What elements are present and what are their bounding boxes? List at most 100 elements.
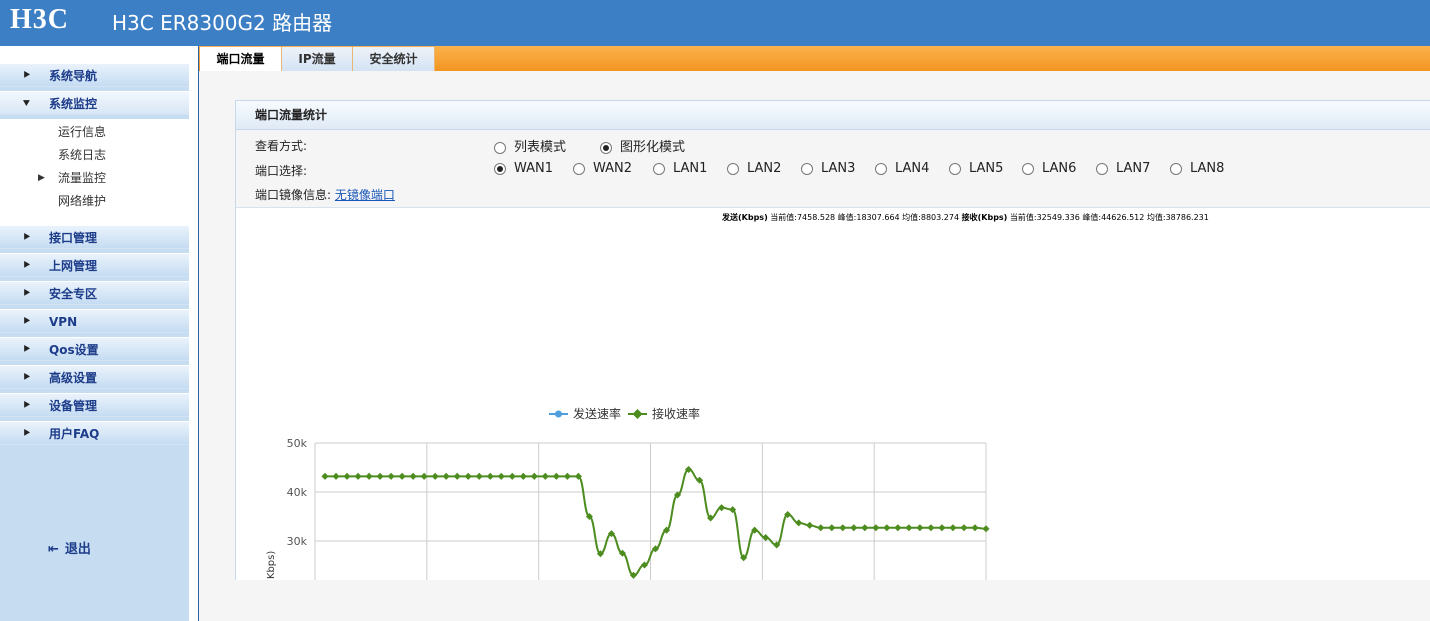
recv-point	[475, 472, 483, 480]
traffic-line-chart: 50k 40k 30k (Kbps) 发送速率 接收速率	[266, 406, 990, 580]
legend-send-label: 发送速率	[573, 406, 621, 421]
radio-port-wan1[interactable]: WAN1	[494, 161, 553, 176]
legend-recv-label: 接收速率	[652, 406, 700, 421]
sidebar-item-advanced[interactable]: ⯈ 高级设置	[0, 365, 189, 389]
recv-point	[464, 472, 472, 480]
port-label: WAN2	[593, 161, 633, 176]
recv-point	[971, 524, 979, 532]
recv-point	[453, 472, 461, 480]
recv-point	[850, 524, 858, 532]
recv-point	[905, 524, 913, 532]
sidebar-item-device[interactable]: ⯈ 设备管理	[0, 393, 189, 417]
sidebar-item-system-nav[interactable]: ⯈ 系统导航	[0, 63, 189, 87]
submenu-item-net-maint[interactable]: 网络维护	[0, 190, 189, 213]
recv-point	[883, 524, 891, 532]
radio-icon	[875, 162, 887, 175]
radio-port-lan3[interactable]: LAN3	[801, 161, 855, 176]
radio-icon	[801, 162, 813, 175]
recv-point	[938, 524, 946, 532]
collapsed-arrow-icon: ⯈	[22, 259, 31, 272]
view-mode-label: 查看方式:	[255, 139, 308, 153]
radio-icon	[573, 162, 585, 175]
mirror-info-row: 端口镜像信息: 无镜像端口	[255, 186, 395, 203]
submenu-item-system-log[interactable]: 系统日志	[0, 144, 189, 167]
recv-point	[718, 504, 726, 512]
port-label: LAN8	[1190, 161, 1225, 176]
recv-point	[563, 472, 571, 480]
sidebar-item-system-monitor[interactable]: ⯆ 系统监控	[0, 91, 189, 115]
sidebar-item-internet[interactable]: ⯈ 上网管理	[0, 253, 189, 277]
port-label: LAN2	[747, 161, 782, 176]
sidebar-item-vpn[interactable]: ⯈ VPN	[0, 309, 189, 333]
submenu-item-run-info[interactable]: 运行信息	[0, 121, 189, 144]
tab-security-stats[interactable]: 安全统计	[353, 47, 435, 71]
panel-title: 端口流量统计	[236, 101, 1430, 130]
port-label: LAN4	[895, 161, 930, 176]
recv-point	[762, 534, 770, 542]
radio-port-lan5[interactable]: LAN5	[949, 161, 1003, 176]
radio-port-lan1[interactable]: LAN1	[653, 161, 707, 176]
recv-point	[949, 524, 957, 532]
radio-port-lan8[interactable]: LAN8	[1170, 161, 1224, 176]
collapsed-arrow-icon: ⯈	[22, 315, 31, 328]
page-title: H3C ER8300G2 路由器	[112, 11, 333, 35]
mirror-port-link[interactable]: 无镜像端口	[335, 188, 395, 202]
recv-point	[839, 524, 847, 532]
logout-button[interactable]: ⇤ 退出	[48, 538, 91, 557]
tab-bar: 端口流量 IP流量 安全统计	[199, 46, 1430, 71]
recv-point	[982, 525, 990, 533]
recv-point	[927, 524, 935, 532]
y-axis-label: (Kbps)	[266, 551, 277, 580]
sidebar-item-security[interactable]: ⯈ 安全专区	[0, 281, 189, 305]
recv-point	[486, 472, 494, 480]
sidebar-item-faq[interactable]: ⯈ 用户FAQ	[0, 421, 189, 445]
radio-port-lan4[interactable]: LAN4	[875, 161, 929, 176]
recv-point	[817, 524, 825, 532]
collapsed-arrow-icon: ⯈	[22, 399, 31, 412]
recv-point	[530, 472, 538, 480]
y-tick-label: 40k	[287, 486, 308, 499]
submenu-item-traffic-monitor[interactable]: ▶ 流量监控	[0, 167, 189, 190]
radio-port-lan6[interactable]: LAN6	[1022, 161, 1076, 176]
radio-port-wan2[interactable]: WAN2	[573, 161, 632, 176]
port-label: LAN1	[673, 161, 708, 176]
legend-recv-marker	[632, 409, 643, 419]
recv-point	[497, 472, 505, 480]
traffic-chart-area: 发送(Kbps) 当前值:7458.528 峰值:18307.664 均值:88…	[236, 207, 1430, 580]
y-tick-label: 50k	[287, 437, 308, 450]
radio-list-mode[interactable]: 列表模式	[494, 136, 566, 155]
radio-port-lan2[interactable]: LAN2	[727, 161, 781, 176]
port-label: WAN1	[514, 161, 554, 176]
tab-port-traffic[interactable]: 端口流量	[200, 47, 282, 71]
recv-point	[894, 524, 902, 532]
recv-point	[321, 472, 329, 480]
port-traffic-panel: 端口流量统计 查看方式: 列表模式 图形化模式 端口选择: WAN1 WAN2 LA…	[235, 100, 1430, 580]
recv-point	[442, 472, 450, 480]
h3c-logo: H3C	[10, 4, 69, 35]
mirror-info-label: 端口镜像信息:	[255, 188, 332, 202]
recv-point	[828, 524, 836, 532]
collapsed-arrow-icon: ⯈	[22, 69, 31, 82]
port-label: LAN7	[1116, 161, 1151, 176]
collapsed-arrow-icon: ⯈	[22, 427, 31, 440]
recv-point	[376, 472, 384, 480]
radio-checked-icon	[600, 141, 612, 154]
expanded-arrow-icon: ⯆	[22, 97, 31, 110]
main-pane: 端口流量 IP流量 安全统计 端口流量统计 查看方式: 列表模式 图形化模式 端…	[189, 46, 1430, 621]
radio-checked-icon	[494, 162, 506, 175]
recv-point	[519, 472, 527, 480]
recv-point	[387, 472, 395, 480]
sidebar-item-qos[interactable]: ⯈ Qos设置	[0, 337, 189, 361]
collapsed-arrow-icon: ⯈	[22, 371, 31, 384]
radio-icon	[1096, 162, 1108, 175]
recv-point	[365, 472, 373, 480]
recv-point	[806, 521, 814, 529]
port-label: LAN6	[1042, 161, 1077, 176]
radio-icon	[949, 162, 961, 175]
radio-port-lan7[interactable]: LAN7	[1096, 161, 1150, 176]
tab-ip-traffic[interactable]: IP流量	[282, 47, 353, 71]
port-label: LAN3	[821, 161, 856, 176]
radio-icon	[653, 162, 665, 175]
radio-graph-mode[interactable]: 图形化模式	[600, 136, 685, 155]
sidebar-item-interface[interactable]: ⯈ 接口管理	[0, 225, 189, 249]
